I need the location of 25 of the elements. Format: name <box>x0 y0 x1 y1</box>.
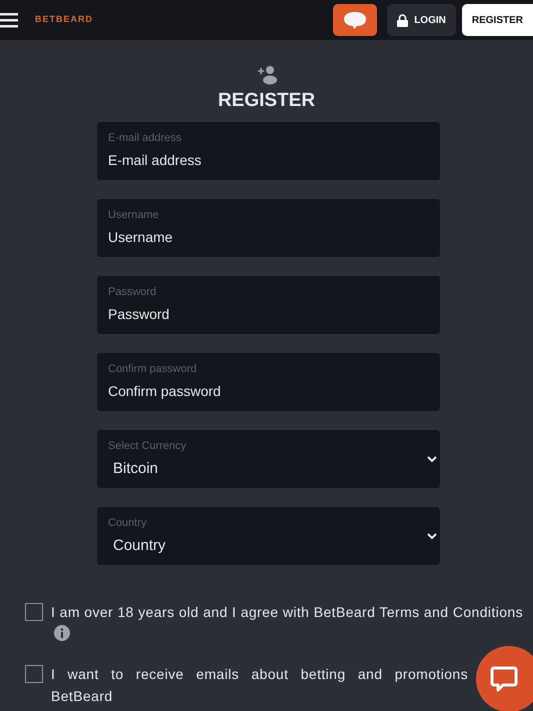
consent-text: I want to receive emails about betting and promotions BetBeard <box>51 666 468 704</box>
checkbox[interactable] <box>25 602 43 620</box>
live-chat-button[interactable] <box>476 646 533 711</box>
logo[interactable]: BETBEARD <box>35 13 94 27</box>
info-icon[interactable] <box>54 624 70 640</box>
select-field[interactable]: Country Country <box>97 506 440 564</box>
field-label: Confirm password <box>108 362 197 376</box>
consent-text: I am over 18 years old and I agree with BetBeard Terms and Conditions <box>51 604 523 620</box>
field-label: E-mail address <box>108 130 182 144</box>
select-field[interactable]: Select Currency Bitcoin <box>97 430 440 488</box>
page-title: REGISTER <box>218 89 316 113</box>
checkbox[interactable] <box>25 664 43 682</box>
register-button[interactable]: REGISTER <box>462 4 533 36</box>
field-label: Password <box>108 284 156 298</box>
field-label: Username <box>108 208 159 222</box>
chat-icon <box>490 665 518 693</box>
chevron-down-icon <box>427 532 437 540</box>
field-label: Country <box>108 516 148 530</box>
lock-icon <box>397 14 408 26</box>
chat-button[interactable] <box>333 4 378 36</box>
login-button[interactable]: LOGIN <box>387 4 456 36</box>
menu-icon[interactable] <box>0 12 18 28</box>
speech-bubble-icon <box>342 10 368 30</box>
chevron-down-icon <box>427 456 437 462</box>
field-label: Select Currency <box>108 438 188 452</box>
